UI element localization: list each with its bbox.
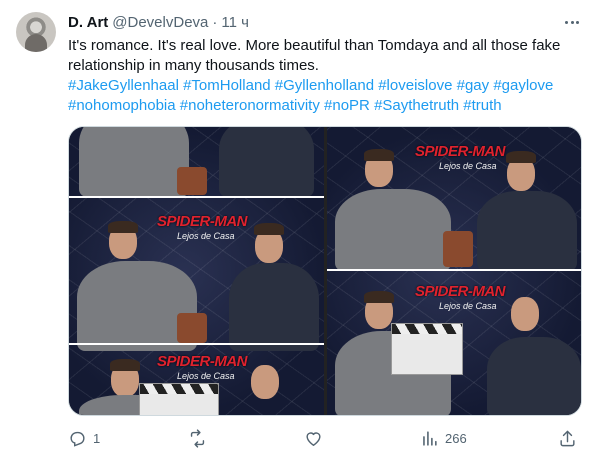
hashtag-line-2: #nohomophobia #noheteronormativity #noPR… — [68, 96, 583, 116]
spiderman-logo-subtitle: Lejos de Casa — [439, 301, 497, 311]
clapperboard — [391, 323, 463, 375]
spiderman-logo: SPIDER-MAN — [415, 143, 506, 160]
person-hair — [506, 151, 536, 163]
person-face — [251, 365, 279, 399]
hashtag-link[interactable]: #TomHolland — [183, 77, 271, 94]
more-options-icon[interactable] — [562, 12, 582, 32]
hashtag-link[interactable]: #loveislove — [378, 77, 452, 94]
spiderman-logo: SPIDER-MAN — [157, 353, 248, 370]
like-button[interactable] — [304, 426, 329, 450]
person-hair — [110, 359, 140, 371]
hashtag-link[interactable]: #Gyllenholland — [275, 77, 374, 94]
frame-divider — [69, 343, 324, 345]
tweet-timestamp[interactable]: 11 ч — [221, 14, 249, 31]
chair — [443, 231, 473, 267]
hashtag-line-1: #JakeGyllenhaal #TomHolland #Gyllenholla… — [68, 76, 583, 96]
retweet-button[interactable] — [188, 426, 213, 450]
person-figure — [79, 127, 189, 197]
hashtag-link[interactable]: #gaylove — [493, 77, 553, 94]
frame-divider — [327, 269, 581, 271]
spiderman-logo-subtitle: Lejos de Casa — [177, 231, 235, 241]
person-face — [511, 297, 539, 331]
tweet-header: D. Art @DevelvDeva · 11 ч — [68, 12, 249, 32]
retweet-icon — [190, 428, 205, 448]
tweet-action-bar: 1 266 — [60, 426, 582, 450]
hashtag-link[interactable]: #truth — [463, 97, 501, 114]
separator-dot: · — [212, 13, 218, 31]
person-hair — [364, 291, 394, 303]
heart-icon — [306, 431, 321, 446]
share-button[interactable] — [558, 426, 577, 450]
hashtag-link[interactable]: #gay — [457, 77, 490, 94]
person-figure — [229, 263, 319, 351]
clapperboard — [139, 383, 219, 415]
share-icon — [560, 430, 575, 446]
media-image-left[interactable]: SPIDER-MAN Lejos de Casa SPIDER-MAN Lejo… — [69, 127, 324, 415]
hashtag-link[interactable]: #noPR — [324, 97, 370, 114]
reply-icon — [70, 431, 85, 447]
person-hair — [364, 149, 394, 161]
views-button[interactable]: 266 — [420, 426, 467, 450]
author-handle[interactable]: @DevelvDeva — [112, 14, 208, 31]
tweet-card[interactable]: D. Art @DevelvDeva · 11 ч It's romance. … — [0, 0, 598, 460]
chair — [177, 167, 207, 195]
author-display-name[interactable]: D. Art — [68, 14, 108, 31]
person-figure — [335, 189, 451, 271]
media-image-grid[interactable]: SPIDER-MAN Lejos de Casa SPIDER-MAN Lejo… — [68, 126, 582, 416]
chair — [177, 313, 207, 343]
frame-divider — [69, 196, 324, 198]
person-hair — [254, 223, 284, 235]
hashtag-link[interactable]: #noheteronormativity — [180, 97, 320, 114]
views-chart-icon — [423, 430, 437, 446]
avatar[interactable] — [16, 12, 56, 52]
media-image-right[interactable]: SPIDER-MAN Lejos de Casa SPIDER-MAN Lejo… — [327, 127, 581, 415]
hashtag-link[interactable]: #nohomophobia — [68, 97, 176, 114]
spiderman-logo-subtitle: Lejos de Casa — [439, 161, 497, 171]
views-count: 266 — [445, 430, 467, 446]
hashtag-link[interactable]: #JakeGyllenhaal — [68, 77, 179, 94]
person-figure — [477, 191, 577, 271]
tweet-text: It's romance. It's real love. More beaut… — [68, 37, 561, 74]
spiderman-logo: SPIDER-MAN — [157, 213, 248, 230]
person-hair — [108, 221, 138, 233]
person-figure — [487, 337, 581, 415]
reply-count: 1 — [93, 430, 101, 446]
spiderman-logo: SPIDER-MAN — [415, 283, 506, 300]
hashtag-link[interactable]: #Saythetruth — [374, 97, 459, 114]
spiderman-logo-subtitle: Lejos de Casa — [177, 371, 235, 381]
person-figure — [219, 127, 314, 197]
reply-button[interactable]: 1 — [68, 426, 100, 450]
hashtag-list: #JakeGyllenhaal #TomHolland #Gyllenholla… — [68, 76, 583, 116]
